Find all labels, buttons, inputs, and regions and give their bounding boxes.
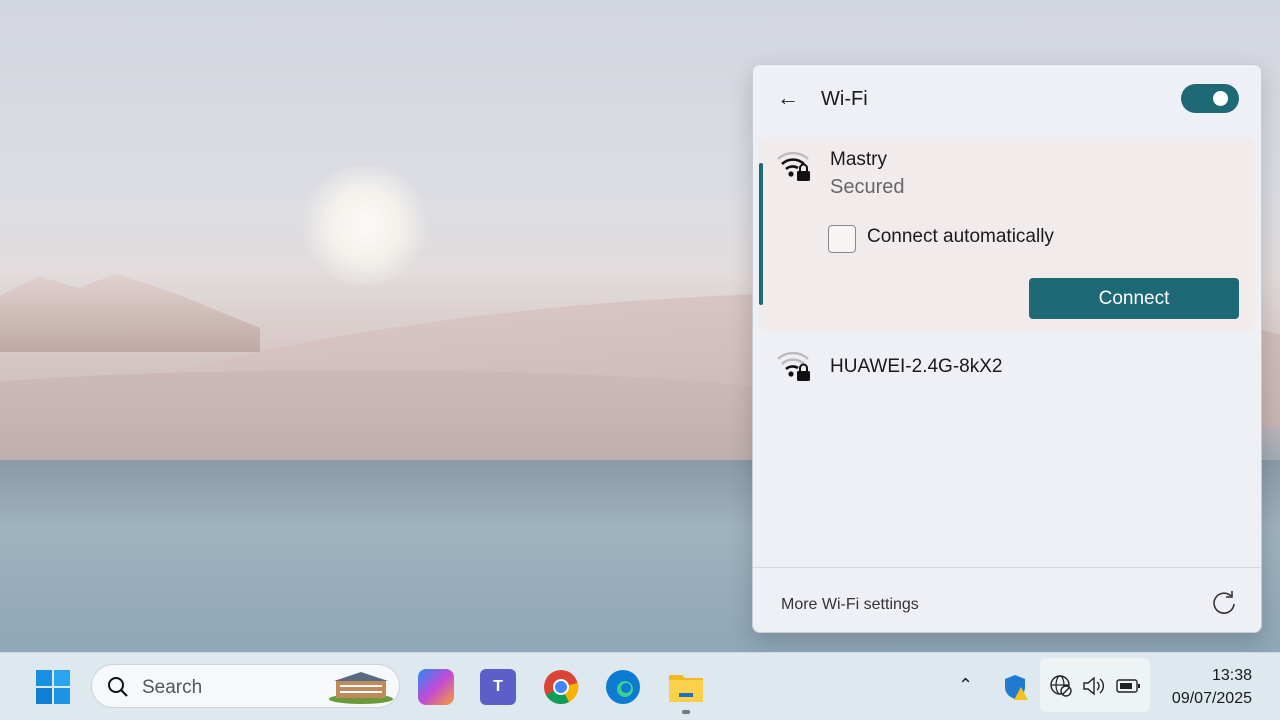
wallpaper-sun — [300, 165, 430, 285]
taskbar: Search T ⌃ 13:38 09/07/2025 — [0, 652, 1280, 720]
chrome-icon[interactable] — [543, 669, 579, 705]
search-placeholder: Search — [142, 677, 203, 698]
wifi-toggle[interactable] — [1181, 84, 1239, 113]
search-highlight-building-icon — [329, 672, 393, 704]
back-arrow-icon[interactable]: ← — [777, 85, 799, 111]
connect-automatically-checkbox[interactable] — [828, 225, 856, 253]
globe-no-internet-icon — [1050, 675, 1072, 697]
clock-date: 09/07/2025 — [1171, 690, 1252, 707]
volume-icon — [1083, 676, 1104, 696]
search-box[interactable]: Search — [91, 664, 400, 708]
wifi-header: ← Wi-Fi — [753, 65, 1261, 133]
wallpaper-mountains — [0, 273, 260, 352]
wifi-title: Wi-Fi — [821, 88, 868, 110]
toggle-knob — [1213, 91, 1228, 106]
network-name: Mastry — [830, 149, 887, 170]
file-explorer-icon[interactable] — [668, 669, 704, 705]
more-wifi-settings-link[interactable]: More Wi-Fi settings — [781, 596, 919, 614]
wifi-secured-icon — [777, 151, 810, 181]
copilot-icon[interactable] — [418, 669, 454, 705]
wifi-flyout: ← Wi-Fi Mastry Secured Connect automatic… — [752, 64, 1262, 633]
running-app-indicator — [682, 710, 690, 714]
wifi-footer: More Wi-Fi settings — [753, 567, 1261, 632]
refresh-icon[interactable] — [1211, 590, 1237, 616]
connect-button[interactable]: Connect — [1029, 278, 1239, 319]
show-hidden-icons-chevron-icon[interactable]: ⌃ — [958, 675, 973, 696]
wifi-secured-icon — [777, 351, 810, 381]
edge-icon[interactable] — [605, 669, 641, 705]
selection-indicator — [759, 163, 763, 305]
clock-time: 13:38 — [1211, 667, 1252, 684]
windows-security-warning-icon[interactable] — [1003, 673, 1029, 701]
windows-start-icon[interactable] — [35, 669, 71, 705]
clock[interactable]: 13:38 09/07/2025 — [1172, 664, 1252, 710]
teams-icon[interactable]: T — [480, 669, 516, 705]
battery-icon — [1116, 679, 1140, 693]
quick-settings-tray[interactable] — [1040, 658, 1150, 712]
search-icon — [108, 677, 128, 697]
network-name: HUAWEI-2.4G-8kX2 — [830, 356, 1003, 377]
connect-automatically-label[interactable]: Connect automatically — [867, 226, 1054, 248]
network-status: Secured — [830, 176, 905, 198]
